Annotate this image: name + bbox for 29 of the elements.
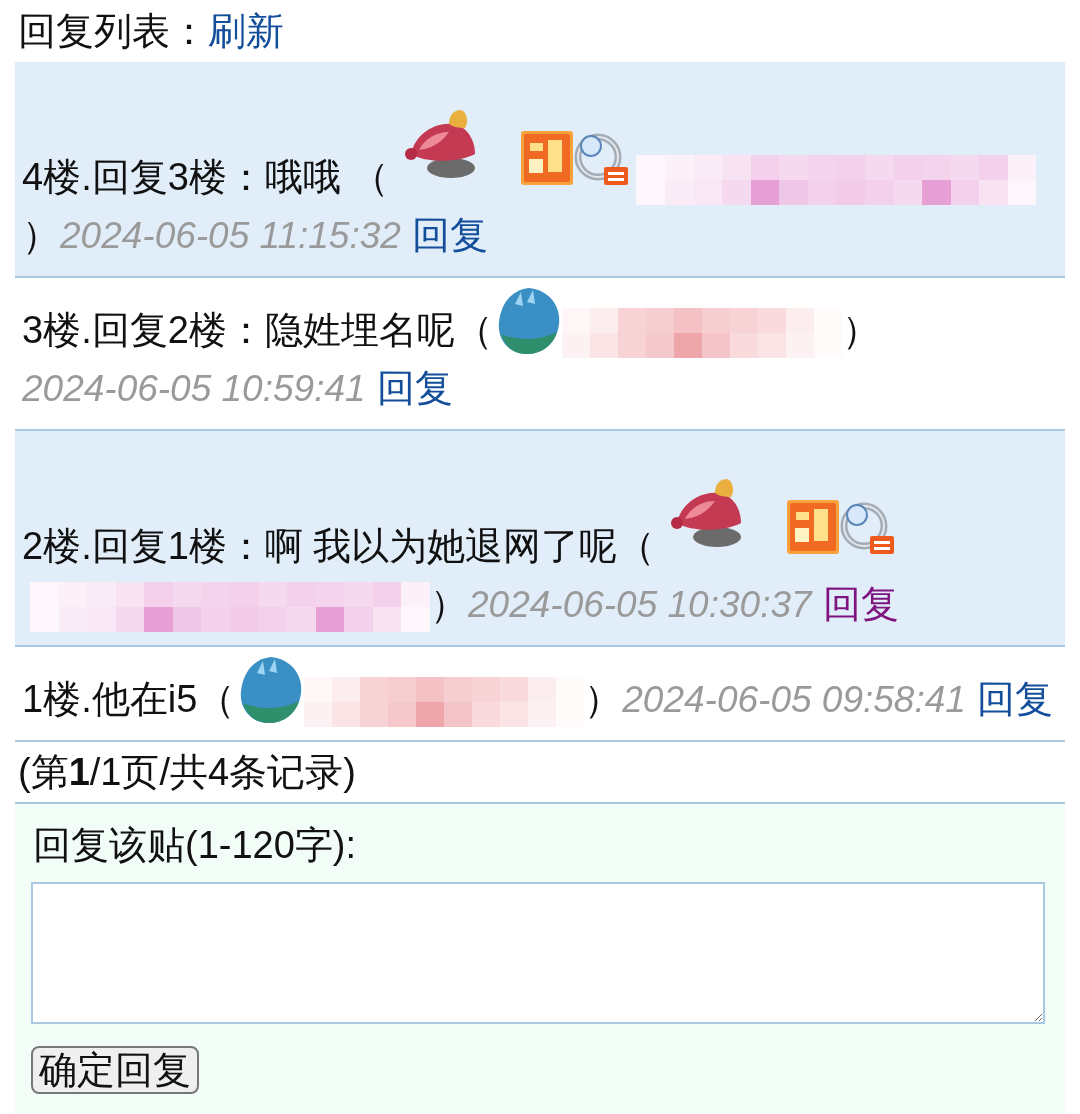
hat-icon	[405, 110, 478, 178]
reply-link[interactable]: 回复	[976, 678, 1053, 720]
reply-input-field[interactable]	[31, 882, 1045, 1024]
reply-form-label: 回复该贴(1-120字):	[32, 823, 358, 868]
paren-text: ）	[584, 677, 623, 722]
badge-icon	[787, 500, 840, 554]
reply-link[interactable]: 回复	[411, 214, 488, 256]
avatar-icon	[496, 288, 561, 354]
ring-icon	[840, 500, 895, 554]
paren-text: ）	[22, 213, 60, 258]
paren-text: ）	[430, 582, 468, 627]
list-title: 回复列表：	[18, 10, 208, 52]
reply-text: 1楼.他在i5（	[22, 678, 236, 720]
reply-link[interactable]: 回复	[376, 367, 453, 409]
reply-link[interactable]: 回复	[822, 583, 899, 625]
refresh-link[interactable]: 刷新	[208, 10, 284, 52]
avatar-icon	[239, 657, 304, 723]
hat-icon	[671, 479, 744, 547]
submit-button[interactable]: 确定回复	[31, 1046, 199, 1094]
timestamp-text: 2024-06-05 09:58:41	[622, 679, 966, 720]
badge-icon	[521, 131, 574, 185]
paren-text: ）	[841, 308, 880, 353]
timestamp-text: 2024-06-05 10:30:37	[468, 584, 812, 625]
reply-text: 3楼.回复2楼：隐姓埋名呢（	[22, 309, 493, 351]
reply-text: 4楼.回复3楼：哦哦 （	[22, 156, 390, 198]
timestamp-text: 2024-06-05 10:59:41	[22, 368, 366, 409]
reply-text: 2楼.回复1楼：啊 我以为她退网了呢（	[22, 525, 656, 567]
timestamp-text: 2024-06-05 11:15:32	[60, 215, 401, 256]
ring-icon	[574, 131, 629, 185]
